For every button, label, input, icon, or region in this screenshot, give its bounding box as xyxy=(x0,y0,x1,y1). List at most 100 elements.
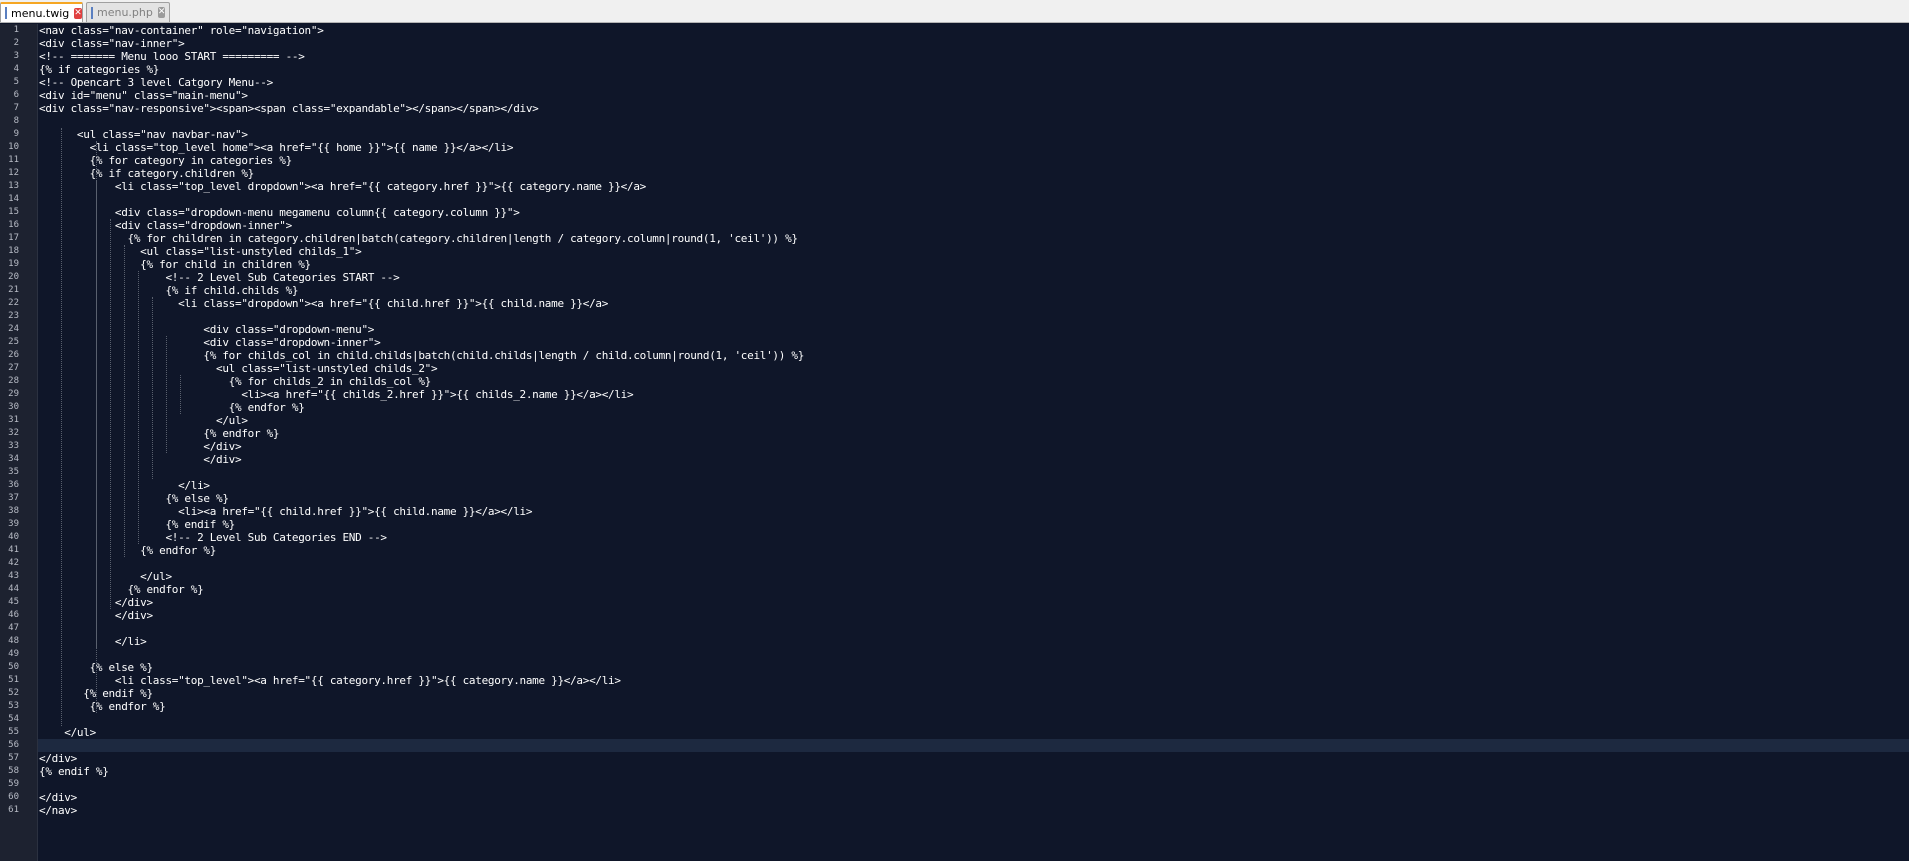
code-line[interactable]: 26 {% for childs_col in child.childs|bat… xyxy=(8,349,1909,362)
code-text[interactable]: <div class="dropdown-menu"> xyxy=(39,323,374,336)
code-line[interactable]: 4 {% if categories %} xyxy=(14,63,1909,76)
code-text[interactable]: {% if category.children %} xyxy=(39,167,255,180)
code-line[interactable]: 28 {% for childs_2 in childs_col %} xyxy=(8,375,1909,388)
code-line[interactable]: 14 xyxy=(8,193,1909,206)
code-line[interactable]: 30 {% endfor %} xyxy=(8,401,1909,414)
code-line[interactable]: 44 {% endfor %} xyxy=(8,583,1909,596)
code-line[interactable]: 50 {% else %} xyxy=(8,661,1909,674)
code-line[interactable]: 49 xyxy=(8,648,1909,661)
code-text[interactable]: {% endfor %} xyxy=(39,700,166,713)
code-line[interactable]: 41 {% endfor %} xyxy=(8,544,1909,557)
code-line[interactable]: 10 <li class="top_level home"><a href="{… xyxy=(8,141,1909,154)
code-line[interactable]: 54 xyxy=(8,713,1909,726)
code-line[interactable]: 20 <!-- 2 Level Sub Categories START --> xyxy=(8,271,1909,284)
code-text[interactable]: <div class="dropdown-inner"> xyxy=(39,336,380,349)
code-line[interactable]: 34 </div> xyxy=(8,453,1909,466)
code-line[interactable]: 18 <ul class="list-unstyled childs_1"> xyxy=(8,245,1909,258)
code-line[interactable]: 21 {% if child.childs %} xyxy=(8,284,1909,297)
code-area[interactable]: 1 <nav class="nav-container" role="naviga… xyxy=(8,24,1909,861)
tab-menu-php[interactable]: menu.php ✕ xyxy=(86,2,170,22)
code-text[interactable]: </nav> xyxy=(39,804,77,817)
close-icon[interactable]: ✕ xyxy=(74,7,82,19)
code-line[interactable]: 8 xyxy=(14,115,1909,128)
code-line[interactable]: 48 </li> xyxy=(8,635,1909,648)
code-line[interactable]: 38 <li><a href="{{ child.href }}">{{ chi… xyxy=(8,505,1909,518)
code-line[interactable]: 55 </ul> xyxy=(8,726,1909,739)
code-line[interactable]: 43 </ul> xyxy=(8,570,1909,583)
code-line[interactable]: 60 </div> xyxy=(8,791,1909,804)
code-text[interactable]: <div class="nav-inner"> xyxy=(39,37,185,50)
code-editor[interactable]: 1 <nav class="nav-container" role="naviga… xyxy=(0,24,1909,861)
code-line[interactable]: 11 {% for category in categories %} xyxy=(8,154,1909,167)
code-line[interactable]: 3 <!-- ======= Menu looo START ========= … xyxy=(14,50,1909,63)
code-text[interactable]: {% endfor %} xyxy=(39,583,204,596)
code-text[interactable]: <ul class="list-unstyled childs_2"> xyxy=(39,362,438,375)
code-line[interactable]: 61 </nav> xyxy=(8,804,1909,817)
code-line[interactable]: 6 <div id="menu" class="main-menu"> xyxy=(14,89,1909,102)
code-text[interactable]: <div id="menu" class="main-menu"> xyxy=(39,89,248,102)
code-text[interactable]: {% if child.childs %} xyxy=(39,284,298,297)
code-text[interactable]: <li class="top_level home"><a href="{{ h… xyxy=(39,141,514,154)
code-text[interactable]: {% if categories %} xyxy=(39,63,159,76)
code-text[interactable]: {% endfor %} xyxy=(39,427,279,440)
code-text[interactable]: </ul> xyxy=(39,414,248,427)
code-text[interactable]: </div> xyxy=(39,791,77,804)
code-line[interactable]: 33 </div> xyxy=(8,440,1909,453)
code-text[interactable]: {% endif %} xyxy=(39,765,109,778)
code-text[interactable]: </li> xyxy=(39,635,147,648)
code-line[interactable]: 7 <div class="nav-responsive"><span><span… xyxy=(14,102,1909,115)
code-line[interactable]: 40 <!-- 2 Level Sub Categories END --> xyxy=(8,531,1909,544)
code-line[interactable]: 59 xyxy=(8,778,1909,791)
code-text[interactable]: </ul> xyxy=(39,726,96,739)
code-line[interactable]: 12 {% if category.children %} xyxy=(8,167,1909,180)
code-text[interactable]: <div class="dropdown-inner"> xyxy=(39,219,292,232)
code-line[interactable]: 53 {% endfor %} xyxy=(8,700,1909,713)
code-line[interactable]: 56 xyxy=(8,739,1909,752)
code-line[interactable]: 17 {% for children in category.children|… xyxy=(8,232,1909,245)
code-line[interactable]: 1 <nav class="nav-container" role="naviga… xyxy=(14,24,1909,37)
code-line[interactable]: 15 <div class="dropdown-menu megamenu co… xyxy=(8,206,1909,219)
code-line[interactable]: 27 <ul class="list-unstyled childs_2"> xyxy=(8,362,1909,375)
code-text[interactable]: <!-- 2 Level Sub Categories END --> xyxy=(39,531,387,544)
code-text[interactable]: <!-- 2 Level Sub Categories START --> xyxy=(39,271,399,284)
code-line[interactable]: 37 {% else %} xyxy=(8,492,1909,505)
code-text[interactable]: <ul class="list-unstyled childs_1"> xyxy=(39,245,362,258)
code-line[interactable]: 13 <li class="top_level dropdown"><a hre… xyxy=(8,180,1909,193)
code-text[interactable]: </div> xyxy=(39,752,77,765)
code-line[interactable]: 2 <div class="nav-inner"> xyxy=(14,37,1909,50)
code-line[interactable]: 51 <li class="top_level"><a href="{{ cat… xyxy=(8,674,1909,687)
code-text[interactable]: <li><a href="{{ childs_2.href }}">{{ chi… xyxy=(39,388,633,401)
code-line[interactable]: 47 xyxy=(8,622,1909,635)
code-text[interactable]: {% endif %} xyxy=(39,518,235,531)
code-line[interactable]: 39 {% endif %} xyxy=(8,518,1909,531)
code-line[interactable]: 16 <div class="dropdown-inner"> xyxy=(8,219,1909,232)
code-text[interactable]: {% for child in children %} xyxy=(39,258,311,271)
code-text[interactable]: {% for childs_2 in childs_col %} xyxy=(39,375,432,388)
code-text[interactable]: {% endfor %} xyxy=(39,401,305,414)
code-line[interactable]: 35 xyxy=(8,466,1909,479)
code-line[interactable]: 46 </div> xyxy=(8,609,1909,622)
code-text[interactable]: <!-- Opencart 3 level Catgory Menu--> xyxy=(39,76,273,89)
code-line[interactable]: 5 <!-- Opencart 3 level Catgory Menu--> xyxy=(14,76,1909,89)
code-text[interactable]: <div class="dropdown-menu megamenu colum… xyxy=(39,206,520,219)
code-text[interactable]: <li><a href="{{ child.href }}">{{ child.… xyxy=(39,505,532,518)
code-line[interactable]: 42 xyxy=(8,557,1909,570)
code-line[interactable]: 32 {% endfor %} xyxy=(8,427,1909,440)
code-line[interactable]: 36 </li> xyxy=(8,479,1909,492)
code-line[interactable]: 22 <li class="dropdown"><a href="{{ chil… xyxy=(8,297,1909,310)
code-line[interactable]: 45 </div> xyxy=(8,596,1909,609)
code-line[interactable]: 29 <li><a href="{{ childs_2.href }}">{{ … xyxy=(8,388,1909,401)
tab-menu-twig[interactable]: menu.twig ✕ xyxy=(0,2,83,22)
code-text[interactable]: <!-- ======= Menu looo START ========= -… xyxy=(39,50,305,63)
code-text[interactable]: {% else %} xyxy=(39,492,229,505)
code-text[interactable]: <nav class="nav-container" role="navigat… xyxy=(39,24,324,37)
code-line[interactable]: 24 <div class="dropdown-menu"> xyxy=(8,323,1909,336)
code-text[interactable]: <ul class="nav navbar-nav"> xyxy=(39,128,248,141)
code-text[interactable]: <li class="top_level dropdown"><a href="… xyxy=(39,180,646,193)
code-line[interactable]: 25 <div class="dropdown-inner"> xyxy=(8,336,1909,349)
close-icon[interactable]: ✕ xyxy=(157,7,166,18)
code-line[interactable]: 58 {% endif %} xyxy=(8,765,1909,778)
code-line[interactable]: 23 xyxy=(8,310,1909,323)
code-line[interactable]: 9 <ul class="nav navbar-nav"> xyxy=(14,128,1909,141)
code-text[interactable]: {% endfor %} xyxy=(39,544,216,557)
